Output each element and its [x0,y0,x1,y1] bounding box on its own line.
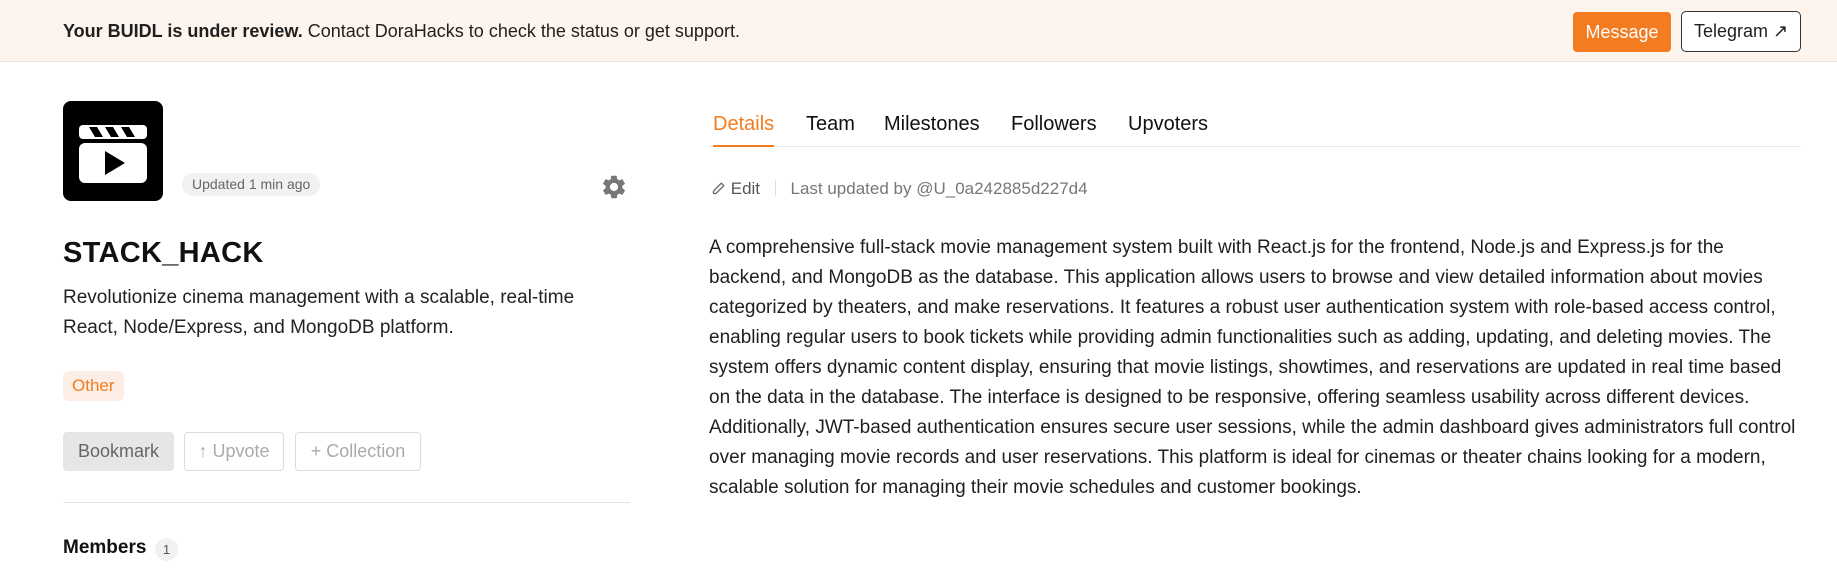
banner-message: Your BUIDL is under review. Contact Dora… [63,21,740,42]
gear-icon[interactable] [600,173,628,201]
tab-details[interactable]: Details [713,113,775,147]
pencil-icon [712,182,725,195]
edit-link[interactable]: Edit [711,179,765,198]
last-updated-text: Last updated by @U_0a242885d227d4 [790,179,1088,198]
section-divider [63,502,630,503]
message-button[interactable]: Message [1573,12,1671,52]
tab-team[interactable]: Team [806,113,855,147]
edit-label: Edit [730,179,761,198]
project-tabs: Details Team Milestones Followers Upvote… [709,113,1801,147]
telegram-button[interactable]: Telegram ↗ [1681,11,1801,52]
updated-badge: Updated 1 min ago [182,173,321,196]
add-collection-button[interactable]: + Collection [295,432,421,471]
tab-upvoters[interactable]: Upvoters [1128,113,1208,147]
members-heading: Members [63,537,147,558]
project-details-body: A comprehensive full-stack movie managem… [709,237,1796,498]
bookmark-button[interactable]: Bookmark [63,432,174,471]
banner-strong-text: Your BUIDL is under review. [63,21,303,41]
tab-milestones[interactable]: Milestones [884,113,980,147]
edit-row: Edit Last updated by @U_0a242885d227d4 [711,179,1088,199]
project-description: Revolutionize cinema management with a s… [63,287,575,338]
banner-support-text: Contact DoraHacks to check the status or… [307,21,740,41]
members-count-badge: 1 [155,538,178,561]
upvote-button[interactable]: ↑ Upvote [184,432,284,471]
category-tag[interactable]: Other [63,371,124,401]
review-banner: Your BUIDL is under review. Contact Dora… [0,0,1837,62]
tab-followers[interactable]: Followers [1011,113,1097,147]
project-title: STACK_HACK [63,237,264,269]
clapperboard-icon [79,125,147,183]
edit-separator [774,180,776,196]
project-logo [63,101,163,201]
